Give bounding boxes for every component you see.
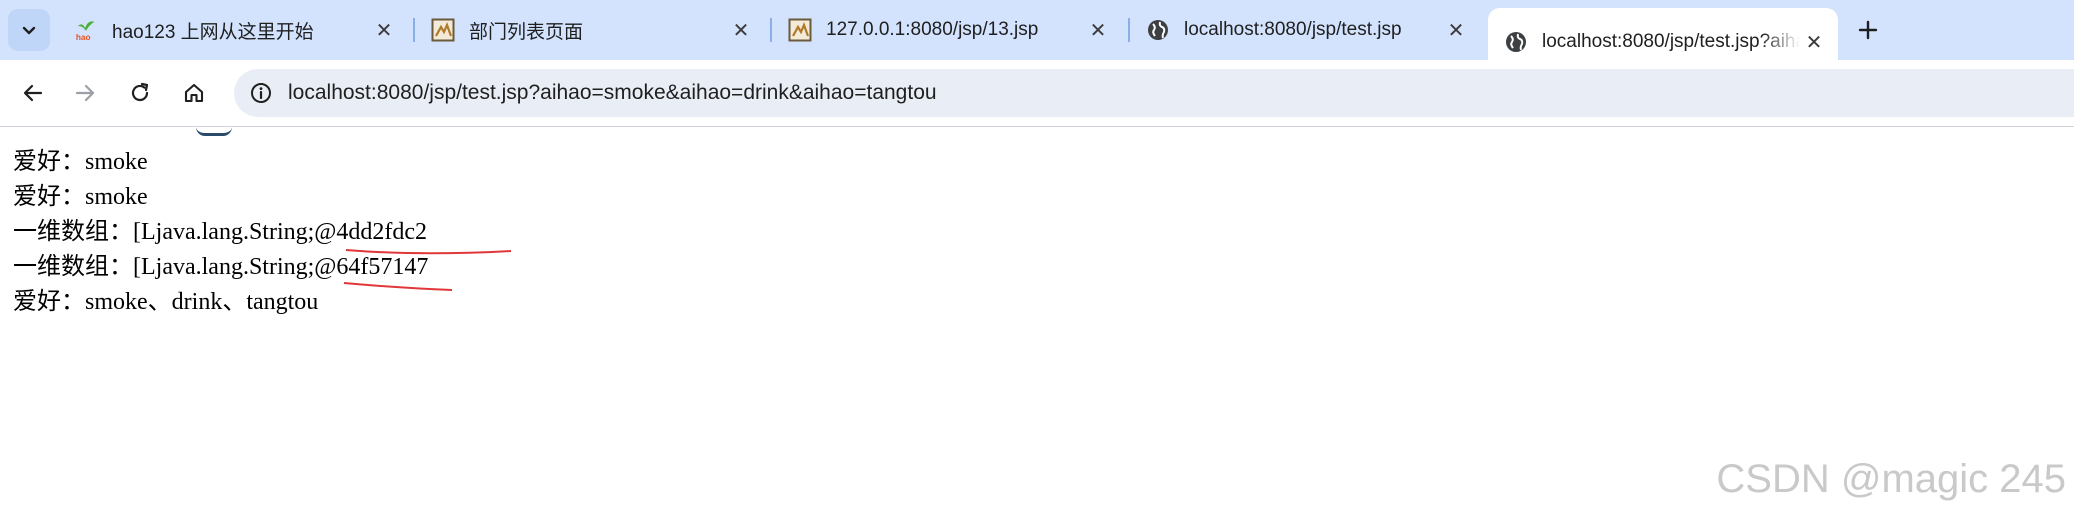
plus-icon	[1858, 20, 1878, 40]
url-host: localhost	[288, 81, 371, 104]
chevron-down-icon	[22, 26, 36, 35]
tab-title: localhost:8080/jsp/test.jsp	[1184, 19, 1402, 40]
reload-icon	[131, 82, 149, 102]
close-icon[interactable]: ✕	[1442, 16, 1470, 44]
tab-title: hao123 上网从这里开始	[112, 21, 314, 43]
annotation-underlines	[343, 249, 512, 291]
tab-test-jsp[interactable]: localhost:8080/jsp/test.jsp ✕	[1130, 8, 1480, 52]
new-tab-button[interactable]	[1850, 12, 1886, 48]
svg-text:hao: hao	[76, 32, 91, 42]
arrow-left-icon	[23, 84, 43, 102]
tab-title: 127.0.0.1:8080/jsp/13.jsp	[826, 19, 1039, 40]
url-text[interactable]: localhost:8080/jsp/test.jsp?aihao=smoke&…	[288, 81, 937, 105]
annotation-underline	[343, 282, 453, 291]
watermark: CSDN @magic 245	[1716, 457, 2066, 501]
address-bar[interactable]: localhost:8080/jsp/test.jsp?aihao=smoke&…	[234, 69, 2074, 117]
back-button[interactable]	[14, 74, 52, 112]
tab-strip: hao hao123 上网从这里开始 ✕ 部门列表页面 ✕ 127.0.0.1:…	[0, 0, 2074, 60]
globe-icon	[1146, 18, 1170, 42]
toolbar: localhost:8080/jsp/test.jsp?aihao=smoke&…	[0, 60, 2074, 127]
close-icon[interactable]: ✕	[727, 16, 755, 44]
tab-title: localhost:8080/jsp/test.jsp?aihao=smoke&…	[1542, 31, 1800, 52]
home-button[interactable]	[175, 74, 213, 112]
reload-button[interactable]	[121, 74, 159, 112]
tab-title: 部门列表页面	[469, 21, 584, 43]
page-thumb-icon	[431, 18, 455, 42]
info-icon[interactable]	[248, 80, 274, 106]
hao123-logo-icon: hao	[74, 18, 98, 42]
close-icon[interactable]: ✕	[1800, 28, 1828, 56]
tab-13-jsp[interactable]: 127.0.0.1:8080/jsp/13.jsp ✕	[772, 8, 1122, 52]
tab-test-jsp-query[interactable]: localhost:8080/jsp/test.jsp?aihao=smoke&…	[1488, 8, 1838, 60]
arrow-right-icon	[75, 84, 95, 102]
tab-hao123[interactable]: hao hao123 上网从这里开始 ✕	[58, 8, 408, 52]
close-icon[interactable]: ✕	[1084, 16, 1112, 44]
annotation-underline	[345, 249, 512, 255]
globe-icon	[1504, 30, 1528, 54]
page-content: 爱好：smoke 爱好：smoke 一维数组：[Ljava.lang.Strin…	[0, 127, 2074, 508]
url-path: :8080/jsp/test.jsp?aihao=smoke&aihao=dri…	[370, 81, 937, 104]
tab-search-button[interactable]	[8, 9, 50, 51]
home-icon	[184, 83, 204, 103]
page-thumb-icon	[788, 18, 812, 42]
close-icon[interactable]: ✕	[370, 16, 398, 44]
forward-button[interactable]	[66, 74, 104, 112]
tab-department-list[interactable]: 部门列表页面 ✕	[415, 8, 765, 52]
